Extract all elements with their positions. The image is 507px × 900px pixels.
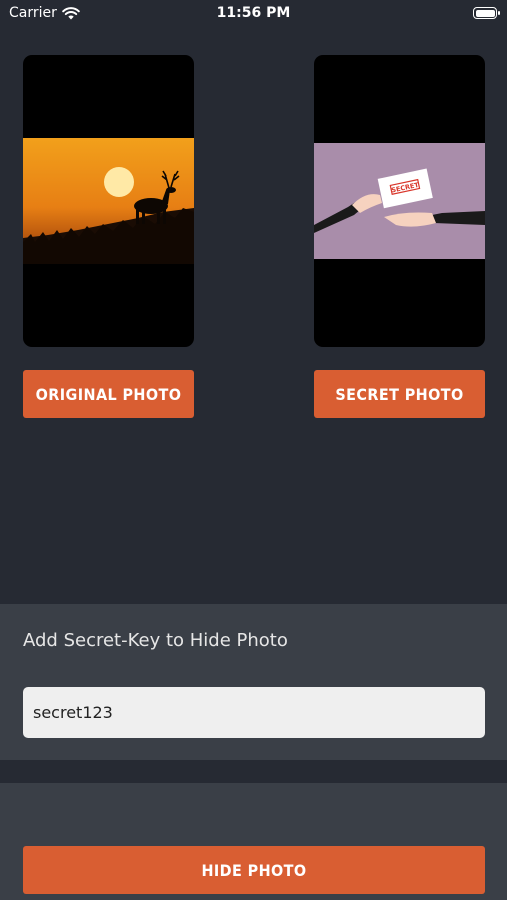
deer-sunset-image [23, 138, 194, 264]
original-photo-frame[interactable] [23, 55, 194, 347]
status-time: 11:56 PM [216, 5, 291, 21]
secret-key-label: Add Secret-Key to Hide Photo [23, 630, 288, 651]
original-photo-button[interactable]: ORIGINAL PHOTO [23, 370, 194, 418]
secret-key-panel: Add Secret-Key to Hide Photo [0, 604, 507, 760]
secret-photo-frame[interactable]: SECRET [314, 55, 485, 347]
hide-photo-button[interactable]: HIDE PHOTO [23, 846, 485, 894]
battery-icon [473, 7, 500, 19]
secret-envelope-image: SECRET [314, 143, 485, 259]
secret-key-input[interactable] [23, 687, 485, 738]
status-bar: Carrier 11:56 PM [0, 0, 507, 30]
secret-photo-button[interactable]: SECRET PHOTO [314, 370, 485, 418]
